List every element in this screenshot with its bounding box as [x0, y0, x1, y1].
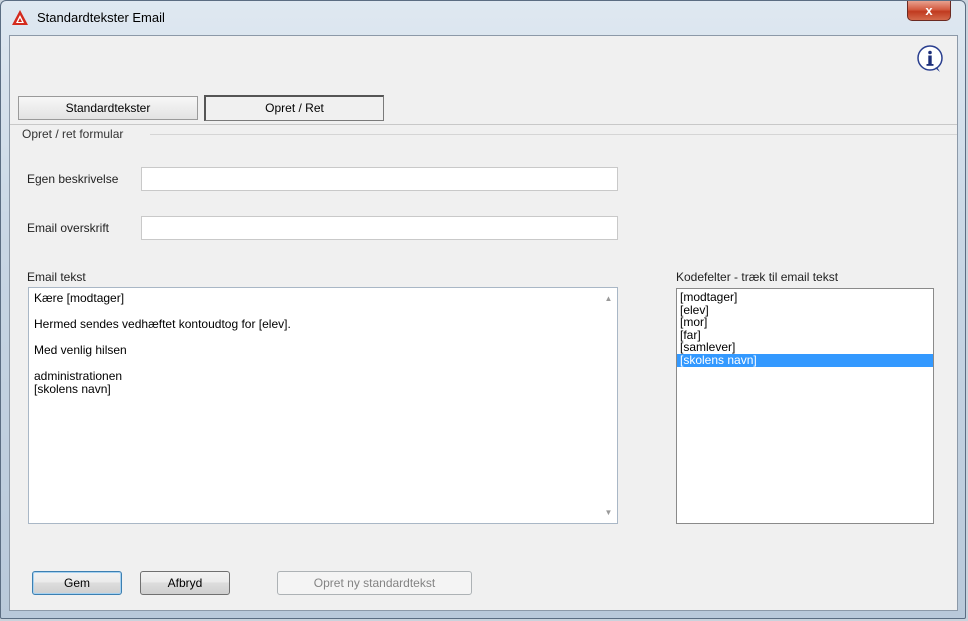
list-item[interactable]: [modtager]: [677, 291, 933, 304]
dialog-window: Standardtekster Email x Standardtekster …: [0, 0, 966, 619]
close-button[interactable]: x: [907, 1, 951, 21]
description-label: Egen beskrivelse: [27, 172, 119, 186]
window-title: Standardtekster Email: [37, 10, 165, 25]
body-label: Email tekst: [27, 270, 86, 284]
group-title: Opret / ret formular: [20, 127, 126, 141]
app-logo-icon: [12, 10, 28, 25]
save-button[interactable]: Gem: [32, 571, 122, 595]
group-divider: [150, 134, 957, 135]
cancel-button[interactable]: Afbryd: [140, 571, 230, 595]
subject-input[interactable]: [141, 216, 618, 240]
codefields-list[interactable]: [modtager] [elev] [mor] [far] [samlever]…: [676, 288, 934, 524]
subject-label: Email overskrift: [27, 221, 110, 235]
info-icon[interactable]: [915, 44, 945, 74]
body-scrollbar[interactable]: ▲ ▼: [600, 288, 617, 523]
body-text[interactable]: Kære [modtager] Hermed sendes vedhæftet …: [34, 292, 597, 519]
title-bar[interactable]: Standardtekster Email x: [1, 1, 965, 35]
tab-divider: [10, 124, 957, 125]
list-item[interactable]: [elev]: [677, 303, 933, 317]
scroll-down-icon[interactable]: ▼: [600, 504, 617, 521]
body-textarea[interactable]: Kære [modtager] Hermed sendes vedhæftet …: [28, 287, 618, 524]
scroll-up-icon[interactable]: ▲: [600, 290, 617, 307]
description-input[interactable]: [141, 167, 618, 191]
create-new-button[interactable]: Opret ny standardtekst: [277, 571, 472, 595]
list-item-selected[interactable]: [skolens navn]: [677, 354, 933, 367]
list-item[interactable]: [mor]: [677, 316, 933, 329]
tab-opret-ret[interactable]: Opret / Ret: [204, 95, 384, 121]
codefields-label: Kodefelter - træk til email tekst: [676, 270, 839, 284]
dialog-content: Standardtekster Opret / Ret Opret / ret …: [9, 35, 958, 611]
tab-standardtekster[interactable]: Standardtekster: [18, 96, 198, 120]
